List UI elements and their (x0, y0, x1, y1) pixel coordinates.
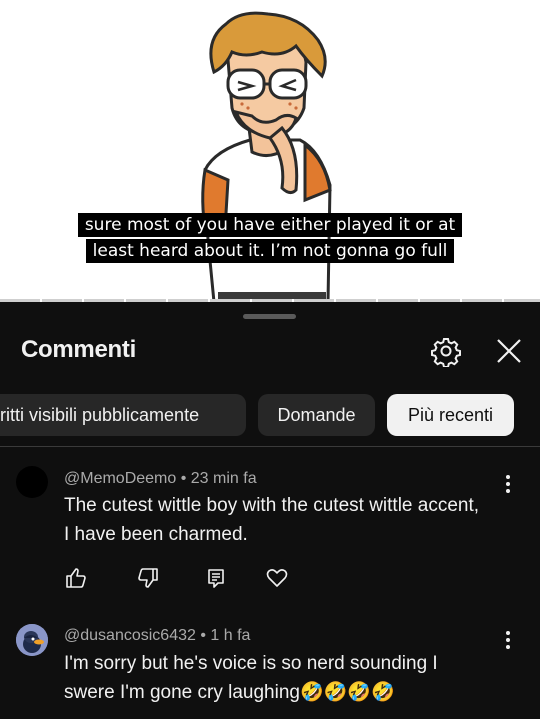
more-vert-icon (506, 475, 510, 493)
heart-icon (266, 569, 288, 587)
comments-panel: Commenti ritti visibili pubblicamente Do… (0, 302, 540, 719)
chip-questions[interactable]: Domande (258, 394, 375, 436)
duck-avatar-image (16, 624, 48, 656)
chip-most-recent[interactable]: Più recenti (387, 394, 514, 436)
comment-author[interactable]: @MemoDeemo (64, 470, 176, 487)
avatar[interactable] (16, 466, 48, 498)
caption-line-2: least heard about it. I’m not gonna go f… (0, 239, 540, 263)
thumbs-up-icon (66, 568, 86, 588)
comment-text: I'm sorry but he's voice is so nerd soun… (64, 653, 438, 703)
dislike-button[interactable] (136, 566, 160, 590)
comment-meta: @MemoDeemo • 23 min fa (64, 470, 257, 487)
comment-author[interactable]: @dusancosic6432 (64, 627, 196, 644)
panel-title: Commenti (21, 336, 136, 363)
avatar[interactable] (16, 624, 48, 656)
chip-public-comments[interactable]: ritti visibili pubblicamente (0, 394, 246, 436)
comment-time: 23 min fa (190, 470, 257, 487)
thumbs-down-icon (138, 568, 158, 588)
comment-time: 1 h fa (210, 627, 251, 644)
close-icon (497, 339, 521, 363)
comment-meta: @dusancosic6432 • 1 h fa (64, 627, 251, 644)
comment-text: The cutest wittle boy with the cutest wi… (64, 495, 480, 545)
reply-button[interactable] (204, 566, 228, 590)
settings-button[interactable] (430, 335, 462, 368)
divider (0, 446, 540, 447)
more-vert-icon (506, 631, 510, 649)
video-player[interactable]: sure most of you have either played it o… (0, 0, 540, 302)
comment-more-button[interactable] (498, 628, 518, 652)
filter-chips: ritti visibili pubblicamente Domande Più… (0, 394, 540, 436)
reply-icon (208, 569, 224, 588)
drag-handle[interactable] (243, 314, 296, 319)
gear-icon (431, 338, 461, 368)
caption-line-1: sure most of you have either played it o… (0, 213, 540, 237)
close-button[interactable] (493, 335, 525, 367)
heart-button[interactable] (265, 566, 289, 590)
comment-more-button[interactable] (498, 472, 518, 496)
like-button[interactable] (64, 566, 88, 590)
